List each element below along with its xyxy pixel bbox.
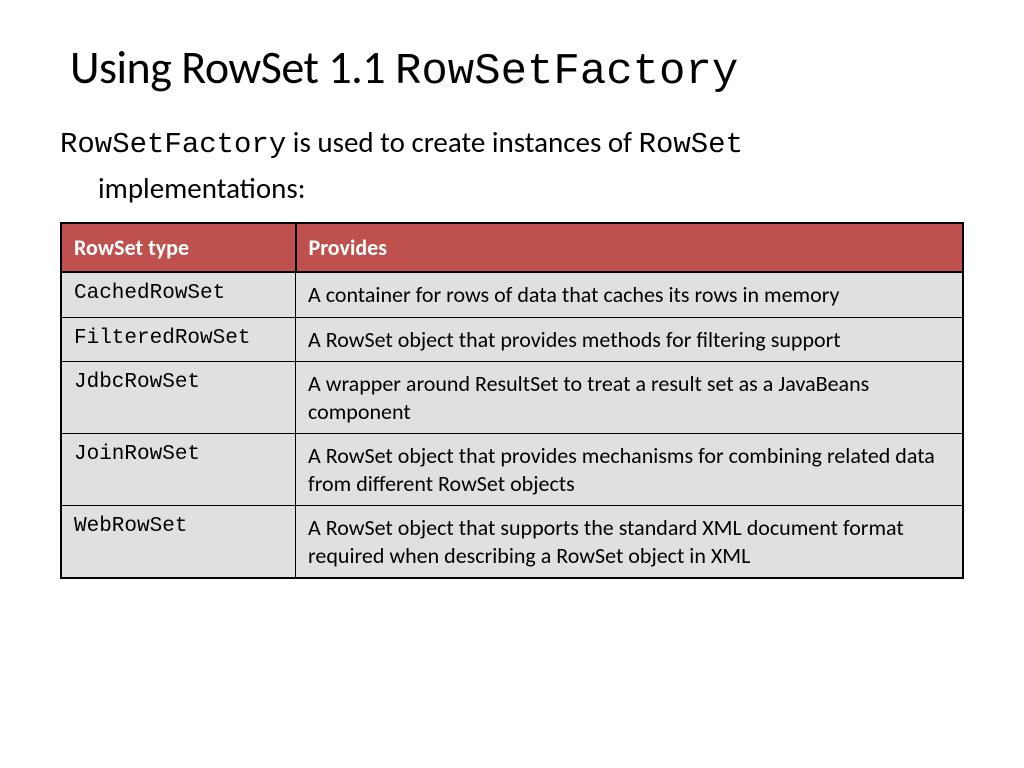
cell-desc: A wrapper around ResultSet to treat a re… (296, 362, 963, 434)
header-provides: Provides (296, 223, 963, 272)
slide-title: Using RowSet 1.1 RowSetFactory (60, 40, 964, 97)
header-type: RowSet type (61, 223, 296, 272)
cell-type: JdbcRowSet (61, 362, 296, 434)
slide: Using RowSet 1.1 RowSetFactory RowSetFac… (0, 0, 1024, 619)
rowset-table: RowSet type Provides CachedRowSet A cont… (60, 222, 964, 579)
subtitle-mid: is used to create instances of (286, 124, 638, 160)
cell-type: CachedRowSet (61, 272, 296, 317)
cell-desc: A RowSet object that supports the standa… (296, 506, 963, 579)
cell-desc: A RowSet object that provides mechanisms… (296, 434, 963, 506)
table-header-row: RowSet type Provides (61, 223, 963, 272)
title-prefix: Using RowSet 1.1 (70, 40, 395, 96)
cell-type: JoinRowSet (61, 434, 296, 506)
table-row: JdbcRowSet A wrapper around ResultSet to… (61, 362, 963, 434)
cell-type: FilteredRowSet (61, 317, 296, 362)
slide-subtitle: RowSetFactory is used to create instance… (60, 121, 964, 210)
cell-type: WebRowSet (61, 506, 296, 579)
cell-desc: A container for rows of data that caches… (296, 272, 963, 317)
table-row: JoinRowSet A RowSet object that provides… (61, 434, 963, 506)
cell-desc: A RowSet object that provides methods fo… (296, 317, 963, 362)
table-row: FilteredRowSet A RowSet object that prov… (61, 317, 963, 362)
subtitle-line2: implementations: (60, 167, 964, 211)
table-row: CachedRowSet A container for rows of dat… (61, 272, 963, 317)
subtitle-mono-2: RowSet (639, 128, 743, 161)
subtitle-mono-1: RowSetFactory (60, 128, 286, 161)
title-mono: RowSetFactory (395, 47, 738, 97)
table-row: WebRowSet A RowSet object that supports … (61, 506, 963, 579)
